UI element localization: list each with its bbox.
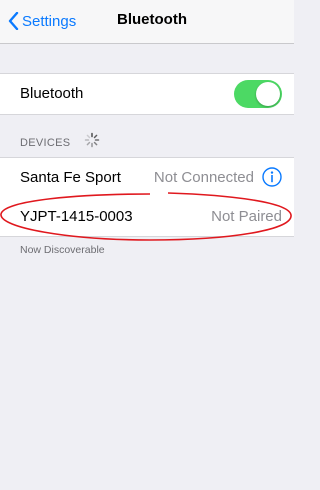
device-status: Not Paired [211,208,282,225]
back-button[interactable]: Settings [8,10,76,32]
device-row[interactable]: Santa Fe Sport Not Connected [0,157,294,198]
info-icon[interactable] [262,167,282,187]
discoverable-status-text: Now Discoverable [20,244,105,256]
navigation-bar: Settings Bluetooth [0,0,294,44]
chevron-left-icon [8,12,19,30]
bluetooth-label: Bluetooth [20,85,84,102]
device-row[interactable]: YJPT-1415-0003 Not Paired [0,197,294,237]
toggle-knob [256,82,280,106]
back-button-label: Settings [22,12,77,30]
bluetooth-row: Bluetooth [0,73,294,115]
device-name: YJPT-1415-0003 [20,208,133,225]
section-bottom-divider [0,236,294,237]
device-status: Not Connected [153,169,254,186]
activity-spinner-icon [84,132,100,148]
page-title: Bluetooth [117,11,187,28]
bluetooth-toggle[interactable] [234,80,282,108]
devices-section-header: DEVICES [20,137,71,149]
device-name: Santa Fe Sport [20,169,121,186]
